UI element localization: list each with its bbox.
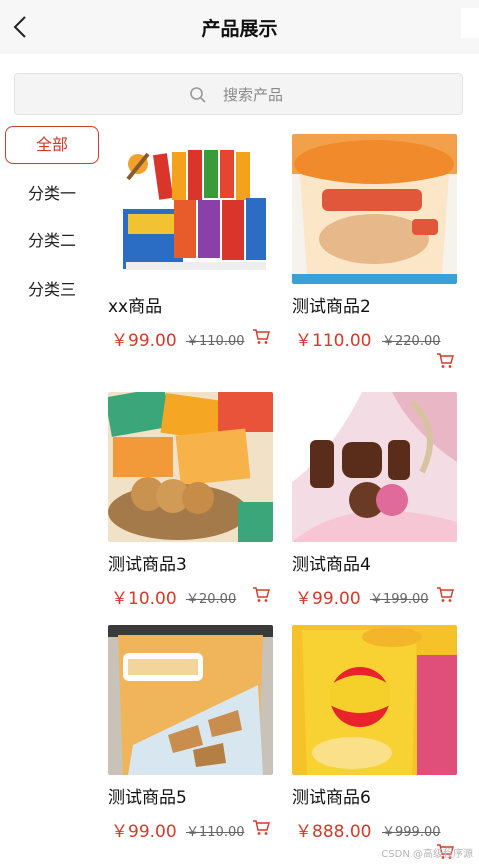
product-original-price: ￥110.00 (186, 334, 245, 349)
product-image[interactable] (292, 392, 457, 542)
product-price: ￥110.00 (295, 331, 372, 351)
product-name: 测试商品3 (108, 555, 187, 575)
product-original-price: ￥220.00 (382, 334, 441, 349)
search-icon (190, 87, 206, 103)
page-title: 产品展示 (201, 18, 278, 40)
product-original-price: ￥999.00 (382, 825, 441, 840)
product-price: ￥99.00 (295, 589, 361, 609)
search-input[interactable]: 搜索产品 (14, 73, 463, 115)
product-original-price: ￥110.00 (186, 825, 245, 840)
product-original-price: ￥20.00 (186, 592, 237, 607)
product-name: 测试商品6 (292, 788, 371, 808)
product-original-price: ￥199.00 (370, 592, 429, 607)
search-placeholder: 搜索产品 (223, 86, 284, 104)
product-name: 测试商品4 (292, 555, 371, 575)
product-image[interactable] (108, 134, 273, 284)
product-image[interactable] (108, 392, 273, 542)
cart-icon[interactable] (252, 586, 270, 603)
cart-icon[interactable] (436, 586, 454, 603)
cart-icon[interactable] (252, 819, 270, 836)
product-name: xx商品 (108, 297, 163, 317)
header: 产品展示 (0, 0, 479, 54)
product-price: ￥99.00 (111, 822, 177, 842)
product-image[interactable] (108, 625, 273, 775)
product-name: 测试商品2 (292, 297, 371, 317)
product-price: ￥99.00 (111, 331, 177, 351)
product-name: 测试商品5 (108, 788, 187, 808)
header-right-area (461, 8, 479, 38)
category-1[interactable]: 分类一 (5, 176, 99, 214)
category-2[interactable]: 分类二 (5, 223, 99, 261)
cart-icon[interactable] (436, 352, 454, 369)
watermark: CSDN @高级程序源 (381, 849, 473, 860)
product-price: ￥10.00 (111, 589, 177, 609)
product-image[interactable] (292, 134, 457, 284)
category-all[interactable]: 全部 (5, 126, 99, 164)
product-image[interactable] (292, 625, 457, 775)
cart-icon[interactable] (252, 328, 270, 345)
product-price: ￥888.00 (295, 822, 372, 842)
category-3[interactable]: 分类三 (5, 272, 99, 310)
